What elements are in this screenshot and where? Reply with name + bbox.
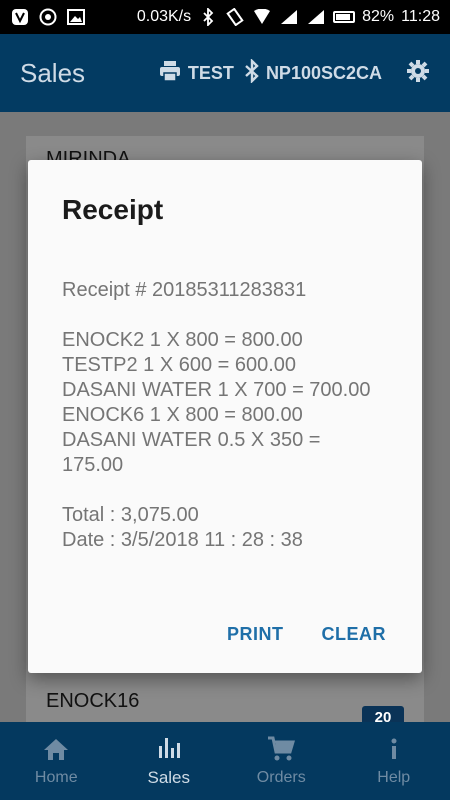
bar-chart-icon — [154, 734, 184, 762]
printer-label: TEST — [187, 62, 234, 83]
receipt-total: Total : 3,075.00 — [62, 504, 199, 526]
receipt-number: Receipt # 20185311283831 — [62, 279, 307, 301]
receipt-dialog: Receipt Receipt # 20185311283831 ENOCK2 … — [28, 160, 422, 673]
bluetooth-device-button[interactable]: NP100SC2CA — [244, 57, 382, 88]
nav-label: Help — [377, 769, 411, 786]
battery-icon — [333, 11, 356, 23]
receipt-line: ENOCK2 1 X 800 = 800.00 — [62, 329, 303, 351]
cart-icon — [266, 735, 296, 763]
clear-button[interactable]: CLEAR — [322, 624, 387, 645]
dialog-body: Receipt # 20185311283831 ENOCK2 1 X 800 … — [62, 278, 388, 553]
vibrate-icon — [225, 8, 245, 26]
status-bar: 0.03K/s 82% 11:28 — [0, 0, 450, 34]
nav-item-sales[interactable]: Sales — [113, 722, 226, 800]
nav-label: Home — [34, 769, 78, 786]
print-button[interactable]: PRINT — [227, 624, 284, 645]
vpn-icon — [10, 8, 30, 26]
nav-label: Orders — [256, 769, 306, 786]
nav-item-home[interactable]: Home — [0, 722, 113, 800]
bottom-navigation: Home Sales Orders Help — [0, 722, 450, 800]
receipt-line: DASANI WATER 1 X 700 = 700.00 — [62, 379, 371, 401]
bluetooth-icon — [244, 57, 260, 88]
signal-icon — [306, 8, 326, 26]
receipt-line: TESTP2 1 X 600 = 600.00 — [62, 354, 297, 376]
wifi-icon — [252, 8, 272, 26]
signal-icon — [279, 8, 299, 26]
info-icon — [379, 735, 409, 763]
settings-gear-icon[interactable] — [406, 59, 430, 88]
printer-button[interactable]: TEST — [158, 60, 234, 87]
nav-item-orders[interactable]: Orders — [225, 722, 338, 800]
nav-item-help[interactable]: Help — [338, 722, 450, 800]
app-bar: Sales TEST NP100SC2CA — [0, 34, 450, 112]
receipt-line: DASANI WATER 0.5 X 350 = — [62, 429, 321, 451]
receipt-line: 175.00 — [62, 454, 124, 476]
list-item[interactable]: ENOCK16 — [46, 690, 139, 713]
clock: 11:28 — [401, 8, 440, 25]
battery-percent: 82% — [362, 8, 395, 25]
bluetooth-device-label: NP100SC2CA — [265, 62, 382, 83]
nav-label: Sales — [147, 768, 191, 787]
whatsapp-icon — [38, 8, 58, 26]
printer-icon — [158, 60, 182, 87]
network-speed: 0.03K/s — [136, 8, 192, 25]
dialog-title: Receipt — [62, 194, 164, 225]
image-icon — [66, 8, 86, 26]
home-icon — [41, 735, 71, 763]
page-title: Sales — [20, 57, 86, 88]
receipt-line: ENOCK6 1 X 800 = 800.00 — [62, 404, 303, 426]
receipt-date: Date : 3/5/2018 11 : 28 : 38 — [62, 529, 303, 551]
bluetooth-icon — [198, 8, 218, 26]
